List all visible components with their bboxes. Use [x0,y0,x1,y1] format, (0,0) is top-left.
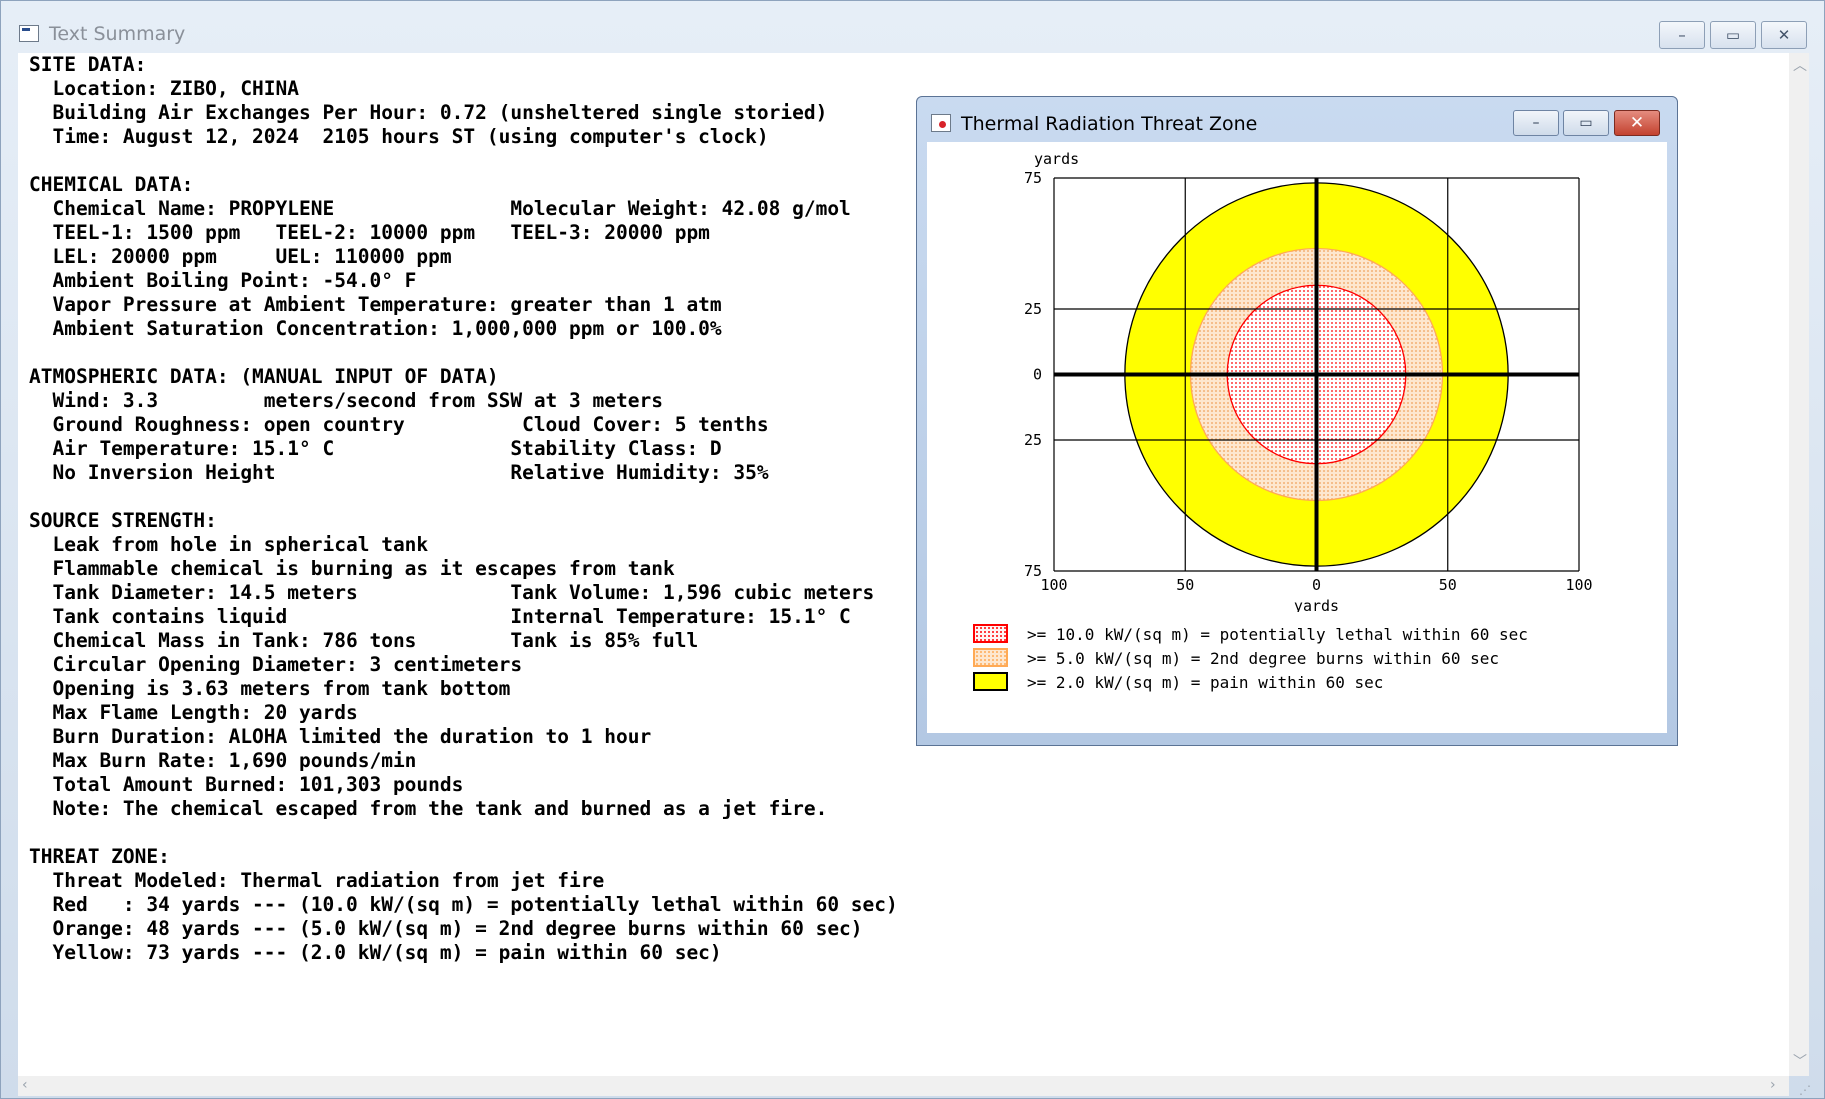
summary-line: Time: August 12, 2024 2105 hours ST (usi… [52,125,769,148]
summary-line: Max Flame Length: 20 yards [52,701,358,724]
y-tick-label: 75 [1024,562,1042,580]
summary-line: Total Amount Burned: 101,303 pounds [52,773,464,796]
threat-window-title: Thermal Radiation Threat Zone [961,113,1258,135]
threat-maximize-button[interactable]: ▭ [1563,110,1609,136]
summary-line: Ambient Saturation Concentration: 1,000,… [52,317,722,340]
summary-line: Tank Diameter: 14.5 meters Tank Volume: … [52,581,875,604]
summary-line: THREAT ZONE: [29,845,170,868]
maximize-button[interactable]: ▭ [1710,21,1756,49]
y-tick-label: 0 [1033,366,1042,384]
summary-line: No Inversion Height Relative Humidity: 3… [52,461,769,484]
legend-swatch [973,672,1008,691]
legend-swatch [973,648,1008,667]
close-button[interactable]: ✕ [1761,21,1807,49]
summary-line: TEEL-1: 1500 ppm TEEL-2: 10000 ppm TEEL-… [52,221,710,244]
summary-line: Location: ZIBO, CHINA [52,77,300,100]
minimize-button[interactable]: – [1659,21,1705,49]
x-tick-label: 100 [1565,576,1592,594]
summary-line: Chemical Name: PROPYLENE Molecular Weigh… [52,197,851,220]
threat-zone-plot-area: 100 50 0 50 100 75 25 0 25 75 yards yards >= 10.0 k… [927,142,1667,733]
x-tick-label: 0 [1312,576,1321,594]
threat-close-button[interactable]: ✕ [1614,110,1660,136]
scroll-left-icon[interactable]: ‹ [22,1077,28,1093]
window-title: Text Summary [49,23,186,45]
summary-line: Vapor Pressure at Ambient Temperature: g… [52,293,722,316]
threat-window-icon[interactable] [931,114,951,132]
summary-line: Building Air Exchanges Per Hour: 0.72 (u… [52,101,828,124]
legend-swatch [973,624,1008,643]
summary-line: CHEMICAL DATA: [29,173,194,196]
summary-text: SITE DATA: Location: ZIBO, CHINA Buildin… [29,53,898,965]
y-axis-unit-label: yards [1034,150,1079,168]
vertical-scrollbar[interactable]: ︿ ﹀ [1789,53,1809,1076]
summary-line: Burn Duration: ALOHA limited the duratio… [52,725,652,748]
summary-line: Flammable chemical is burning as it esca… [52,557,675,580]
y-tick-label: 25 [1024,431,1042,449]
threat-minimize-button[interactable]: – [1513,110,1559,136]
summary-line: SITE DATA: [29,53,147,76]
threat-zone-chart: 100 50 0 50 100752502575yardsyards [1024,150,1593,612]
summary-line: Tank contains liquid Internal Temperatur… [52,605,851,628]
app-icon[interactable] [19,25,39,42]
resize-grip-icon[interactable]: ⋰ [1799,1083,1811,1097]
threat-zone-window[interactable]: Thermal Radiation Threat Zone – ▭ ✕ 100 … [916,96,1678,746]
y-tick-label: 75 [1024,169,1042,187]
summary-line: Leak from hole in spherical tank [52,533,429,556]
scroll-right-icon[interactable]: › [1770,1077,1776,1093]
summary-line: Orange: 48 yards --- (5.0 kW/(sq m) = 2n… [52,917,863,940]
horizontal-scrollbar[interactable]: ‹ › [18,1076,1789,1096]
legend-label: >= 2.0 kW/(sq m) = pain within 60 sec [1027,673,1384,692]
legend-label: >= 5.0 kW/(sq m) = 2nd degree burns with… [1027,649,1500,668]
summary-line: Ambient Boiling Point: -54.0° F [52,269,417,292]
summary-line: Air Temperature: 15.1° C Stability Class… [52,437,722,460]
x-tick-label: 100 [1040,576,1067,594]
summary-line: Threat Modeled: Thermal radiation from j… [52,869,605,892]
summary-line: Note: The chemical escaped from the tank… [52,797,828,820]
x-axis-unit-label: yards [1294,597,1339,612]
summary-line: Ground Roughness: open country Cloud Cov… [52,413,769,436]
y-tick-label: 25 [1024,300,1042,318]
x-tick-label: 50 [1176,576,1194,594]
title-bar[interactable]: Text Summary – ▭ ✕ [1,1,1824,51]
summary-line: Wind: 3.3 meters/second from SSW at 3 me… [52,389,663,412]
text-summary-window: Text Summary – ▭ ✕ SITE DATA: Location: … [0,0,1825,1099]
summary-line: Circular Opening Diameter: 3 centimeters [52,653,523,676]
summary-line: Opening is 3.63 meters from tank bottom [52,677,511,700]
summary-line: Max Burn Rate: 1,690 pounds/min [52,749,417,772]
summary-line: SOURCE STRENGTH: [29,509,217,532]
summary-line: Chemical Mass in Tank: 786 tons Tank is … [52,629,699,652]
summary-line: Red : 34 yards --- (10.0 kW/(sq m) = pot… [52,893,898,916]
summary-line: ATMOSPHERIC DATA: (MANUAL INPUT OF DATA) [29,365,499,388]
summary-line: LEL: 20000 ppm UEL: 110000 ppm [52,245,452,268]
x-tick-label: 50 [1439,576,1457,594]
scroll-down-icon[interactable]: ﹀ [1793,1051,1807,1071]
summary-line: Yellow: 73 yards --- (2.0 kW/(sq m) = pa… [52,941,722,964]
legend-label: >= 10.0 kW/(sq m) = potentially lethal w… [1027,625,1528,644]
scroll-up-icon[interactable]: ︿ [1793,55,1807,75]
